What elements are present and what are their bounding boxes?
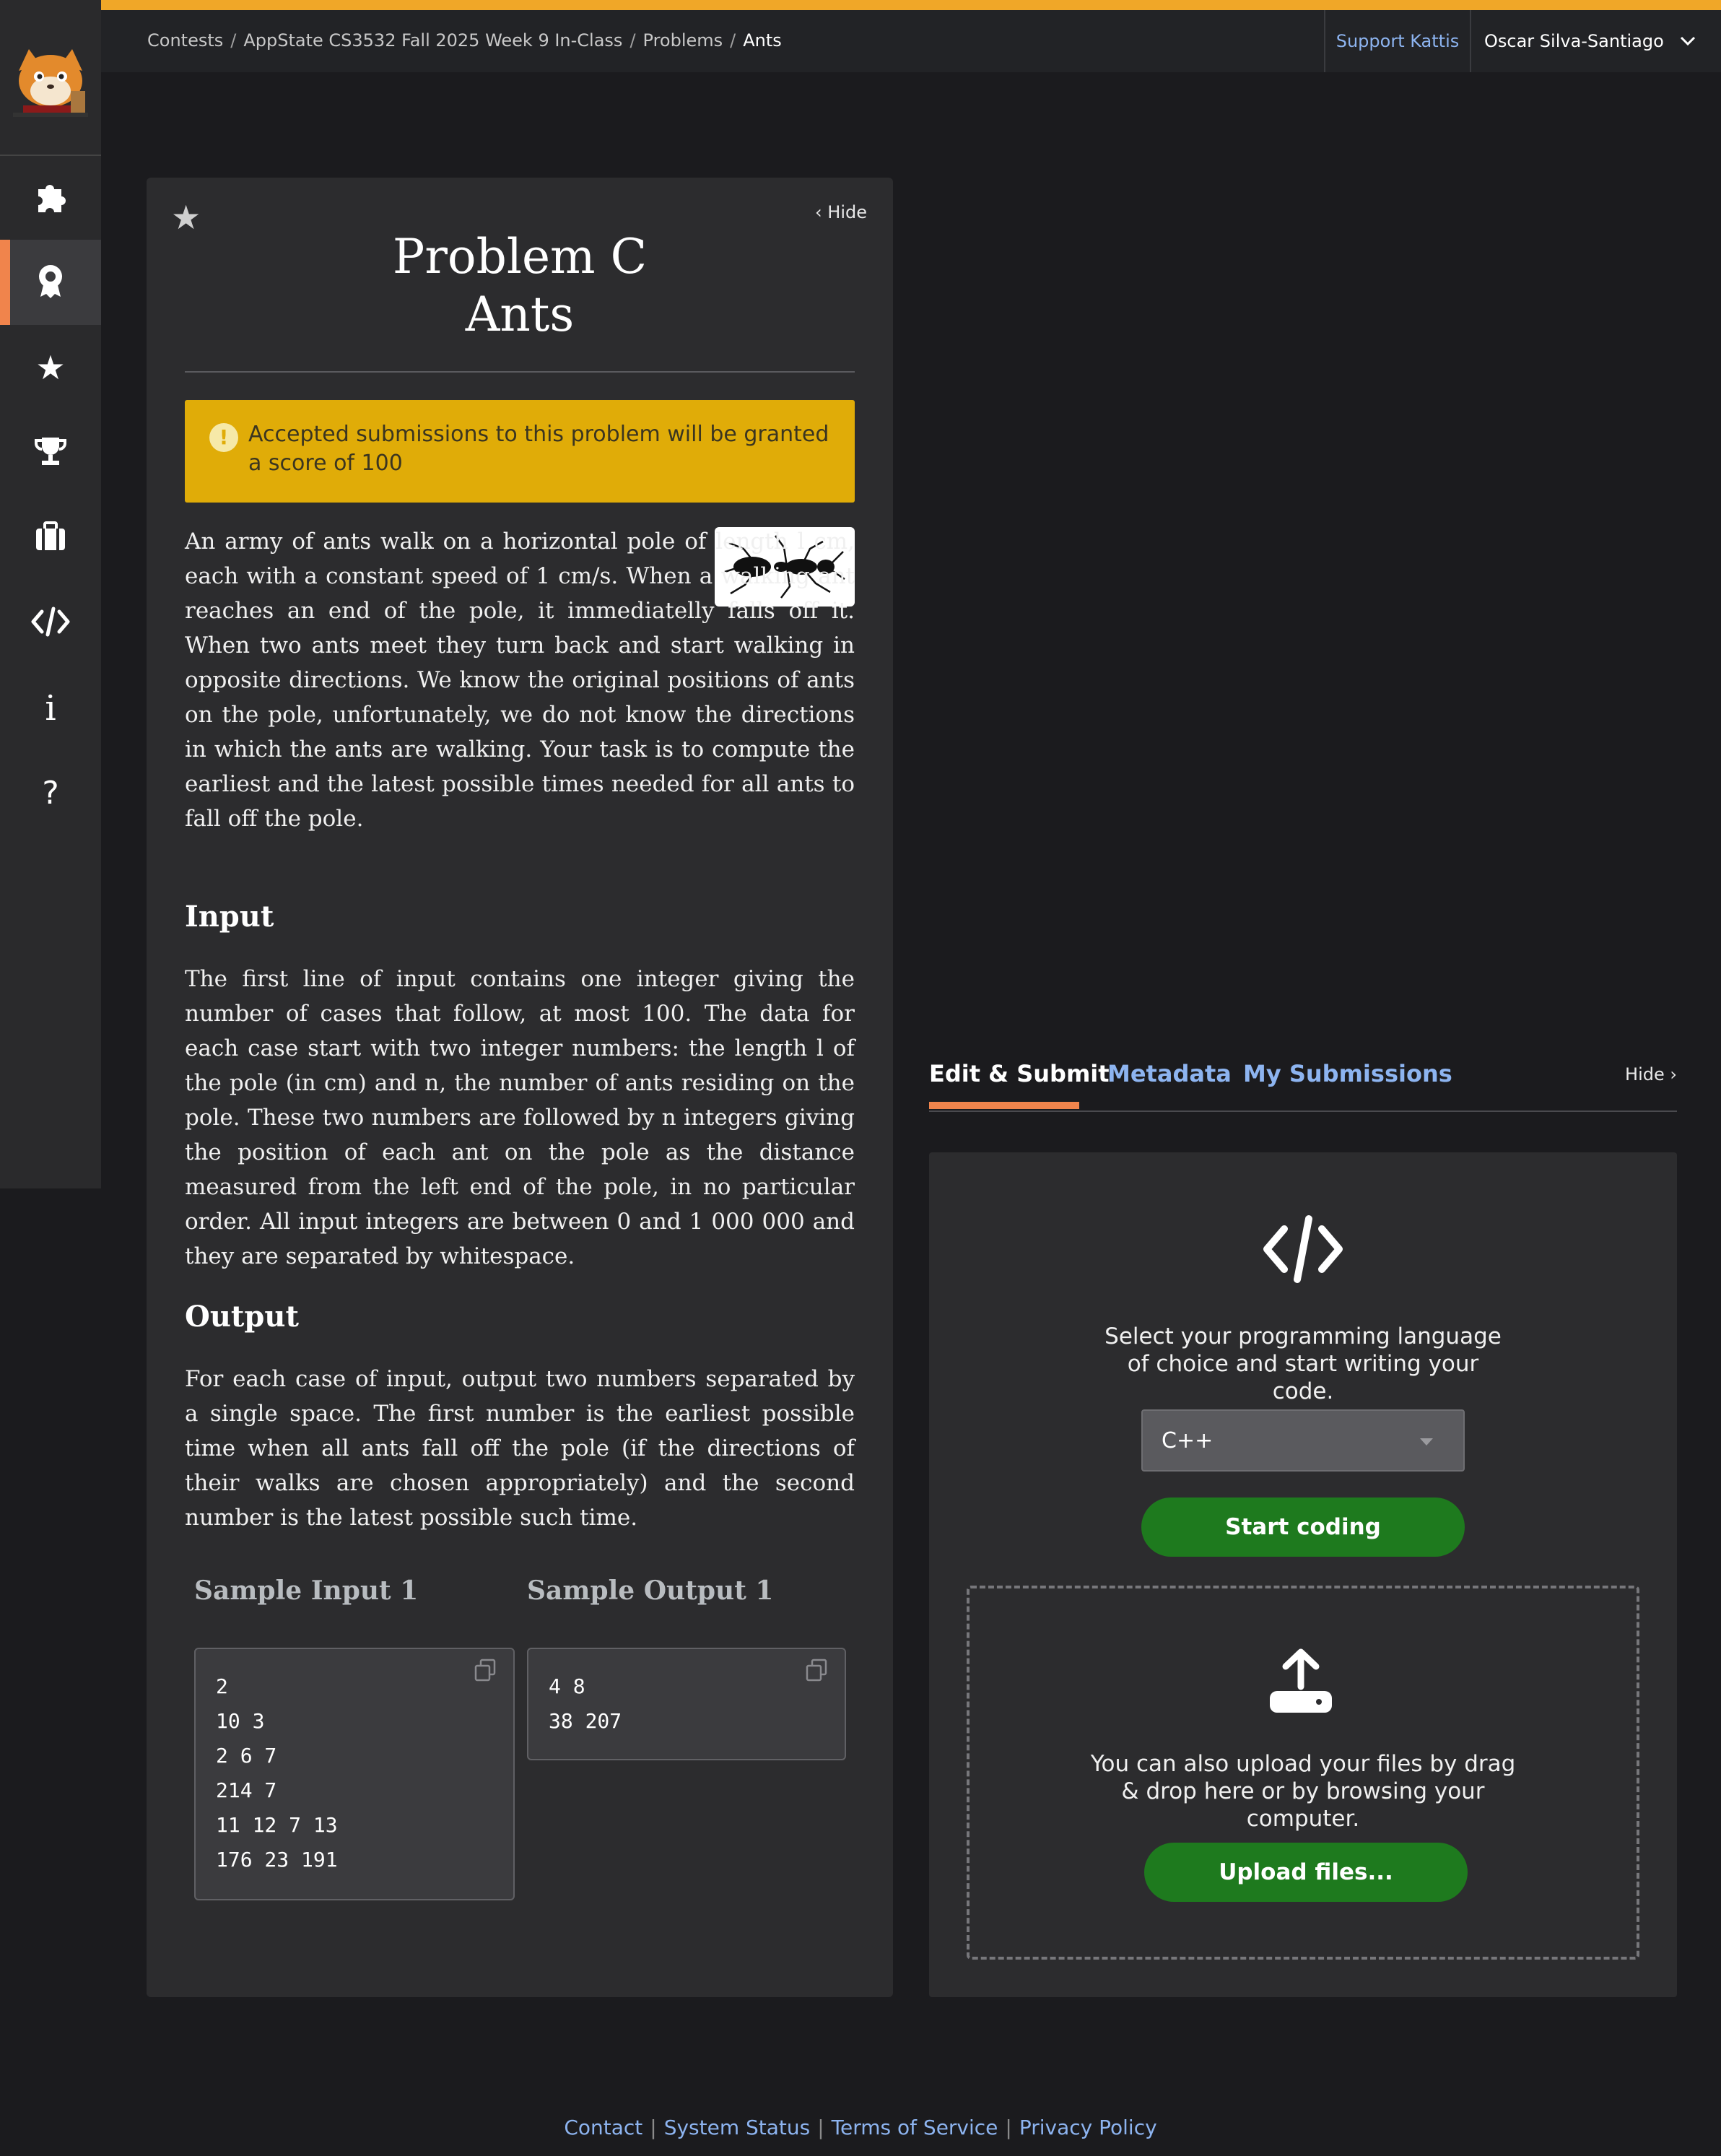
footer-link-privacy[interactable]: Privacy Policy: [1012, 2116, 1164, 2139]
exclamation-icon: !: [209, 423, 238, 452]
problem-panel: ★ ‹ Hide Problem C Ants ! Accepted submi…: [147, 178, 893, 1997]
output-description: For each case of input, output two numbe…: [185, 1366, 855, 1531]
badge-icon: [36, 264, 65, 301]
title-divider: [185, 371, 855, 373]
upload-files-button[interactable]: Upload files...: [1144, 1843, 1468, 1902]
code-icon: [30, 606, 71, 640]
language-select[interactable]: C++: [1141, 1409, 1465, 1472]
breadcrumb-current: Ants: [743, 30, 782, 51]
sidebar-item-jobs[interactable]: [0, 495, 101, 581]
top-bar: Contests / AppState CS3532 Fall 2025 Week …: [101, 0, 1721, 72]
sidebar-item-problems[interactable]: [0, 155, 101, 240]
breadcrumb-contest[interactable]: AppState CS3532 Fall 2025 Week 9 In-Clas…: [243, 30, 622, 51]
problem-description: An army of ants walk on a horizontal pol…: [185, 529, 855, 832]
tab-edit-submit[interactable]: Edit & Submit: [929, 1060, 1110, 1087]
caret-down-icon: [1420, 1438, 1433, 1446]
language-value: C++: [1162, 1427, 1214, 1453]
sample-input-line: 176 23 191: [216, 1848, 338, 1872]
code-icon: [1261, 1214, 1345, 1284]
sample-input-line: 11 12 7 13: [216, 1813, 338, 1837]
user-name: Oscar Silva-Santiago: [1484, 31, 1664, 51]
copy-icon[interactable]: [806, 1658, 827, 1682]
score-alert: ! Accepted submissions to this problem w…: [185, 400, 855, 503]
sidebar-item-info[interactable]: i: [0, 666, 101, 751]
sample-output-line: 4 8: [549, 1674, 585, 1698]
problem-name: Ants: [465, 287, 575, 342]
input-heading: Input: [185, 900, 274, 934]
info-icon: i: [45, 688, 56, 729]
kattis-logo[interactable]: [0, 0, 101, 156]
sidebar-item-languages[interactable]: [0, 581, 101, 666]
puzzle-icon: [34, 179, 67, 215]
file-dropzone[interactable]: You can also upload your files by drag &…: [967, 1586, 1639, 1960]
hide-problem-button[interactable]: ‹ Hide: [815, 202, 867, 222]
sidebar-item-help[interactable]: ?: [0, 751, 101, 836]
editor-tabs: Edit & Submit Metadata My Submissions Hi…: [929, 1047, 1677, 1112]
language-prompt: Select your programming language of choi…: [1105, 1323, 1502, 1404]
sidebar: ★ i ?: [0, 0, 101, 1188]
active-tab-indicator: [929, 1102, 1079, 1109]
footer-link-system-status[interactable]: System Status: [657, 2116, 818, 2139]
tab-metadata[interactable]: Metadata: [1107, 1060, 1232, 1087]
tab-my-submissions[interactable]: My Submissions: [1243, 1060, 1452, 1087]
star-icon: ★: [35, 348, 66, 387]
alert-text: Accepted submissions to this problem wil…: [248, 422, 829, 476]
breadcrumb: Contests / AppState CS3532 Fall 2025 Week …: [147, 30, 782, 51]
briefcase-icon: [35, 521, 66, 555]
footer-link-contact[interactable]: Contact: [557, 2116, 650, 2139]
sample-output-box[interactable]: 4 8 38 207: [527, 1648, 846, 1760]
support-kattis-link[interactable]: Support Kattis: [1324, 10, 1471, 72]
sample-input-line: 2 6 7: [216, 1744, 277, 1768]
sidebar-item-contests[interactable]: [0, 410, 101, 495]
editor-panel: Select your programming language of choi…: [929, 1152, 1677, 1997]
sample-input-label: Sample Input 1: [194, 1575, 419, 1606]
output-heading: Output: [185, 1300, 299, 1334]
sample-input-line: 214 7: [216, 1778, 277, 1802]
sample-input-box[interactable]: 2 10 3 2 6 7 214 7 11 12 7 13 176 23 191: [194, 1648, 515, 1900]
start-coding-button[interactable]: Start coding: [1141, 1498, 1465, 1557]
upload-icon: [1267, 1646, 1335, 1716]
help-icon: ?: [42, 775, 59, 812]
breadcrumb-contests[interactable]: Contests: [147, 30, 223, 51]
sample-output-label: Sample Output 1: [527, 1575, 774, 1606]
problem-letter: Problem C: [392, 229, 648, 284]
upload-instructions: You can also upload your files by drag &…: [1090, 1751, 1516, 1832]
sample-input-line: 2: [216, 1674, 228, 1698]
trophy-icon: [33, 435, 68, 471]
sidebar-item-favourites[interactable]: ★: [0, 325, 101, 410]
page-title: Problem C Ants: [147, 228, 893, 344]
chevron-down-icon: [1680, 32, 1696, 51]
copy-icon[interactable]: [474, 1658, 496, 1682]
footer: Contact | System Status | Terms of Service | P…: [0, 2116, 1721, 2139]
sample-output-line: 38 207: [549, 1709, 622, 1733]
hide-editor-button[interactable]: Hide ›: [1625, 1064, 1677, 1084]
input-description: The first line of input contains one int…: [185, 966, 855, 1269]
sidebar-item-challenge[interactable]: [0, 240, 101, 325]
footer-link-terms[interactable]: Terms of Service: [824, 2116, 1006, 2139]
user-menu[interactable]: Oscar Silva-Santiago: [1484, 10, 1696, 72]
breadcrumb-problems[interactable]: Problems: [643, 30, 723, 51]
sample-input-line: 10 3: [216, 1709, 265, 1733]
